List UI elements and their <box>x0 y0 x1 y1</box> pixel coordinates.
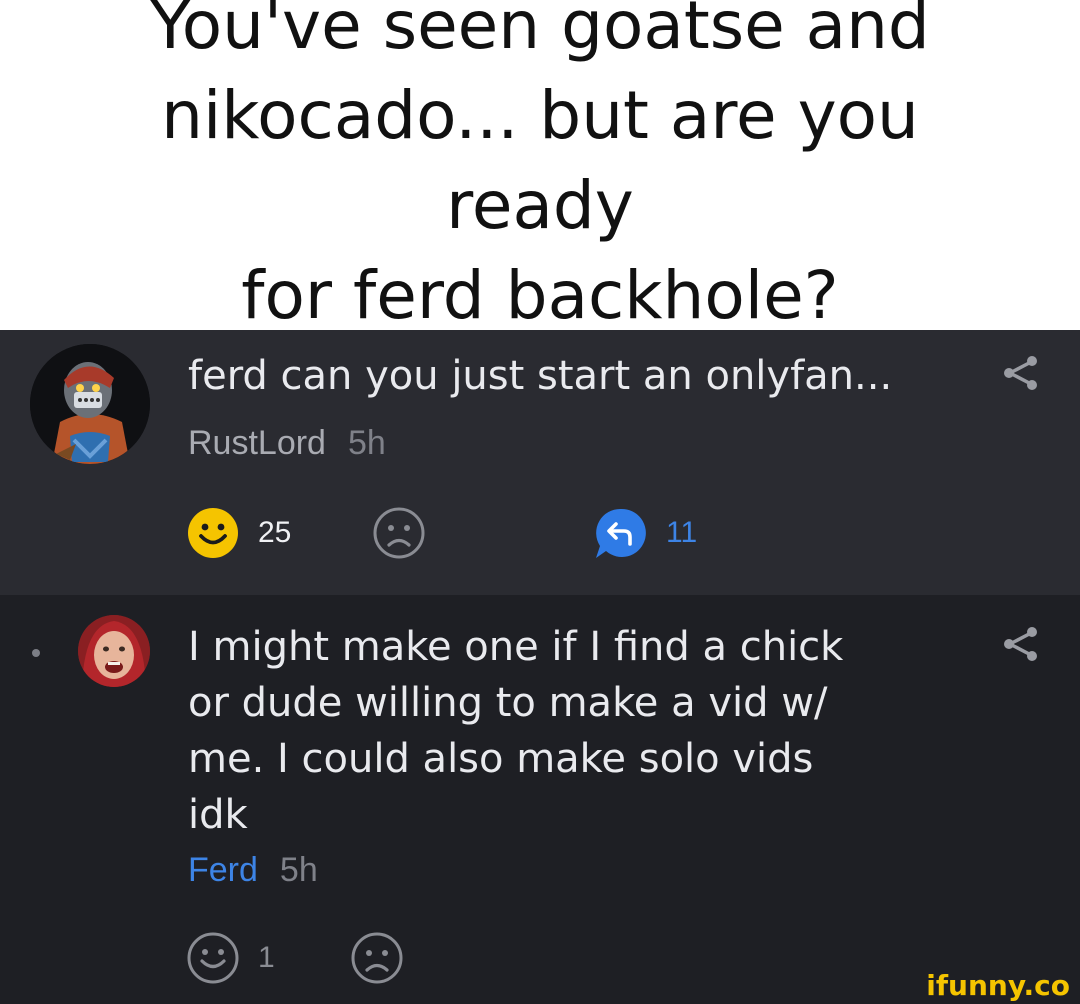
caption-line: nikocado... but are you ready <box>161 77 919 244</box>
reply-indicator-dot <box>32 649 40 657</box>
smile-icon[interactable] <box>186 931 240 985</box>
comment-line: me. I could also make solo vids <box>188 736 814 782</box>
comment-line: I might make one if I find a chick <box>188 624 844 670</box>
share-icon[interactable] <box>1002 625 1040 663</box>
comment-rustlord: ferd can you just start an onlyfan... Ru… <box>0 330 1080 595</box>
like-count: 25 <box>258 516 292 549</box>
comment-line: or dude willing to make a vid w/ <box>188 680 828 726</box>
ifunny-watermark: ifunny.co <box>926 969 1070 1002</box>
author-name[interactable]: Ferd <box>188 851 258 889</box>
frown-icon[interactable] <box>350 931 404 985</box>
comment-text: ferd can you just start an onlyfan... <box>188 353 893 399</box>
avatar-face-icon <box>78 615 150 687</box>
avatar[interactable] <box>78 615 150 687</box>
timestamp: 5h <box>279 851 318 889</box>
caption-text: You've seen goatse and nikocado... but a… <box>60 0 1020 341</box>
comment-meta: Ferd 5h <box>188 851 318 890</box>
author-name[interactable]: RustLord <box>188 424 326 462</box>
meme-caption: You've seen goatse and nikocado... but a… <box>0 0 1080 334</box>
caption-line: You've seen goatse and <box>150 0 930 64</box>
comment-line: idk <box>188 792 248 838</box>
like-count: 1 <box>258 941 275 974</box>
reply-count: 11 <box>666 516 698 549</box>
avatar[interactable] <box>30 344 150 464</box>
timestamp: 5h <box>347 424 386 462</box>
share-icon[interactable] <box>1002 354 1040 392</box>
comment-ferd: I might make one if I find a chick or du… <box>0 595 1080 1004</box>
reply-icon[interactable] <box>594 506 648 560</box>
avatar-robot-icon <box>30 344 150 464</box>
frown-icon[interactable] <box>372 506 426 560</box>
smile-icon[interactable] <box>186 506 240 560</box>
comment-text: I might make one if I find a chick or du… <box>188 619 928 843</box>
comment-meta: RustLord 5h <box>188 424 386 463</box>
caption-line: for ferd backhole? <box>241 257 839 334</box>
